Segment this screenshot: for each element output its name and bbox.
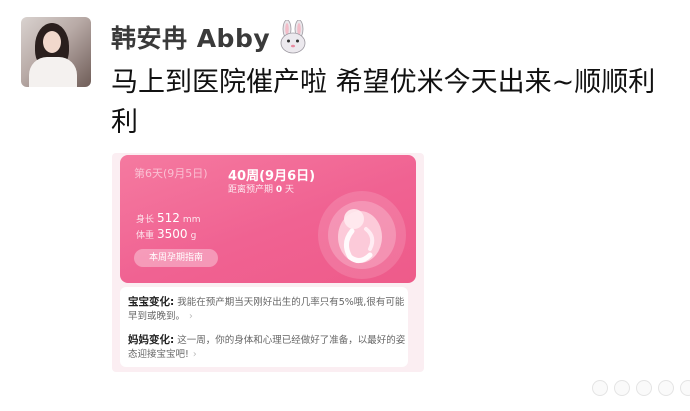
due-countdown: 距离预产期 0 天 <box>228 185 295 195</box>
weekly-guide-button[interactable]: 本周孕期指南 <box>134 249 218 267</box>
card-header: 第6天(9月5日) 40周(9月6日) 距离预产期 0 天 身长 512 mm 体重… <box>120 155 416 283</box>
action-icon-1[interactable] <box>592 380 608 396</box>
weight-stat: 体重 3500 g <box>136 227 197 241</box>
pregnancy-card[interactable]: 第6天(9月5日) 40周(9月6日) 距离预产期 0 天 身长 512 mm 体重… <box>112 153 424 372</box>
changes-panel: 宝宝变化: 我能在预产期当天刚好出生的几率只有5%哦,很有可能早到或晚到。 › 妈… <box>120 287 408 367</box>
bunny-emoji-icon <box>280 20 306 54</box>
avatar[interactable] <box>21 17 91 87</box>
post-actions <box>592 380 690 396</box>
mom-change[interactable]: 妈妈变化: 这一周，你的身体和心理已经做好了准备，以最好的姿态迎接宝宝吧! › <box>128 333 406 362</box>
chevron-right-icon: › <box>192 349 197 360</box>
baby-change[interactable]: 宝宝变化: 我能在预产期当天刚好出生的几率只有5%哦,很有可能早到或晚到。 › <box>128 295 406 324</box>
avatar-face <box>43 31 61 53</box>
avatar-clothing <box>29 57 77 87</box>
post-text: 马上到医院催产啦 希望优米今天出来~顺顺利利 <box>111 67 656 138</box>
prev-day-label[interactable]: 第6天(9月5日) <box>134 165 208 181</box>
author-row: 韩安冉 Abby <box>111 20 310 54</box>
length-stat: 身长 512 mm <box>136 211 201 225</box>
action-icon-3[interactable] <box>636 380 652 396</box>
chevron-right-icon: › <box>189 311 193 322</box>
fetus-illustration <box>318 191 406 279</box>
action-icon-2[interactable] <box>614 380 630 396</box>
author-name[interactable]: 韩安冉 Abby <box>111 19 270 55</box>
action-icon-5[interactable] <box>680 380 690 396</box>
action-icon-4[interactable] <box>658 380 674 396</box>
